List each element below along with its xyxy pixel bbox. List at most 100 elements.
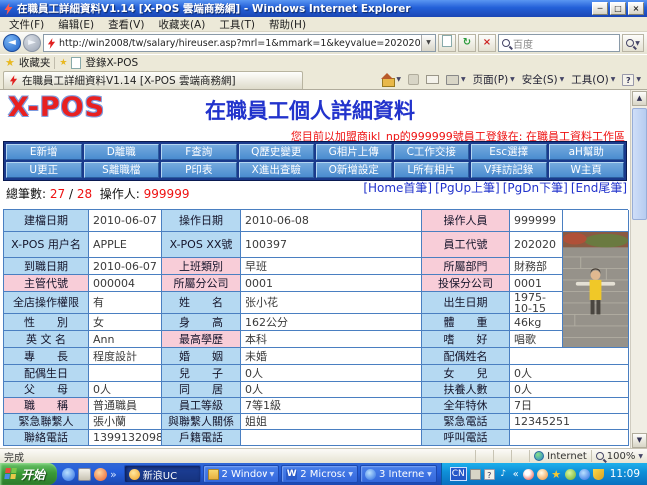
toolbar-button-3[interactable]: Q歷史變更	[239, 144, 315, 160]
browser-window: 在職員工詳細資料V1.14 [X-POS 雲端商務網] - Windows In…	[0, 0, 647, 485]
language-indicator[interactable]: CN	[450, 467, 467, 481]
search-button[interactable]: ▼	[622, 34, 644, 52]
help-icon[interactable]: ?	[484, 469, 495, 480]
form-value: APPLE	[89, 232, 162, 258]
task-button-3[interactable]: 3 Internet Expl...▼	[360, 465, 437, 483]
safety-menu[interactable]: 安全(S)▼	[522, 72, 564, 87]
toolbar-button-5[interactable]: C工作交接	[394, 144, 470, 160]
employee-form-table: 建檔日期2010-06-07操作日期2010-06-08操作人員999999X-…	[3, 209, 628, 446]
url-text[interactable]: http://win2008/tw/salary/hireuser.asp?mr…	[59, 38, 421, 49]
menu-item-0[interactable]: 文件(F)	[2, 17, 51, 32]
form-value: 早班	[241, 258, 422, 275]
form-label: 兒 子	[162, 365, 241, 382]
menu-item-4[interactable]: 工具(T)	[212, 17, 262, 32]
toolbar-button-0[interactable]: E新增	[6, 144, 82, 160]
search-input[interactable]: 百度	[498, 34, 620, 52]
task-button-0[interactable]: 新浪UC	[124, 465, 201, 483]
toolbar-button-12[interactable]: O新增設定	[316, 162, 392, 178]
counter-label: 總筆數:	[6, 187, 46, 201]
more-icons-button[interactable]: »	[110, 468, 117, 481]
employee-photo	[563, 232, 629, 348]
toolbar-button-15[interactable]: W主頁	[549, 162, 625, 178]
record-nav-link-3[interactable]: [End尾筆]	[571, 181, 627, 195]
status-bar: 完成 Internet 100% ▼	[0, 448, 647, 463]
zone-label: Internet	[547, 451, 587, 462]
printer-icon[interactable]	[470, 469, 481, 480]
maximize-button[interactable]: □	[610, 2, 626, 15]
qq-icon[interactable]	[523, 469, 534, 480]
vertical-scrollbar[interactable]: ▲ ▼	[630, 90, 647, 449]
address-dropdown[interactable]: ▼	[421, 35, 435, 51]
quick-show-desktop-icon[interactable]	[78, 468, 91, 481]
form-value: 张小花	[241, 292, 422, 314]
menu-item-5[interactable]: 帮助(H)	[262, 17, 313, 32]
minimize-button[interactable]: ─	[592, 2, 608, 15]
total-records: 28	[77, 187, 92, 201]
scroll-down-button[interactable]: ▼	[632, 433, 647, 448]
form-value: 12345251	[510, 414, 629, 430]
page-menu[interactable]: 页面(P)▼	[473, 72, 515, 87]
active-tab[interactable]: 在職員工詳細資料V1.14 [X-POS 雲端商務網]	[3, 71, 303, 89]
quick-ie-icon[interactable]	[62, 468, 75, 481]
rss-feed-icon[interactable]	[408, 74, 419, 85]
back-button[interactable]: ◄	[3, 34, 21, 52]
star-icon[interactable]: ★	[551, 469, 562, 480]
toolbar-button-6[interactable]: Esc選擇	[471, 144, 547, 160]
menu-item-3[interactable]: 收藏夹(A)	[151, 17, 212, 32]
task-label: 3 Internet Expl...	[379, 469, 424, 480]
toolbar-button-2[interactable]: F查詢	[161, 144, 237, 160]
toolbar-button-9[interactable]: S離職檔	[84, 162, 160, 178]
form-value: 999999	[510, 210, 563, 232]
toolbar-button-8[interactable]: U更正	[6, 162, 82, 178]
help-menu[interactable]: ?▼	[622, 74, 641, 86]
scrollbar-thumb[interactable]	[632, 108, 647, 220]
taskbar-clock[interactable]: 11:09	[610, 468, 640, 480]
home-button[interactable]: ▼	[381, 74, 401, 85]
add-favorite-icon[interactable]: ★	[59, 58, 67, 68]
status-segment	[475, 450, 489, 462]
record-nav-link-0[interactable]: [Home首筆]	[363, 181, 432, 195]
menu-item-1[interactable]: 编辑(E)	[51, 17, 101, 32]
zoom-control[interactable]: 100% ▼	[591, 450, 643, 462]
compatibility-view-button[interactable]	[438, 34, 456, 52]
task-button-1[interactable]: 2 Windows Explorer▼	[203, 465, 280, 483]
qq-orange-icon[interactable]	[537, 469, 548, 480]
refresh-button[interactable]: ↻	[458, 34, 476, 52]
task-button-2[interactable]: W2 Microsoft Off...▼	[281, 465, 358, 483]
favorite-link[interactable]: 登錄X-POS	[85, 55, 138, 70]
word-icon: W	[286, 469, 297, 480]
chevron-down-icon: ▼	[427, 471, 432, 478]
toolbar-button-4[interactable]: G相片上傳	[316, 144, 392, 160]
shield-icon[interactable]	[593, 469, 604, 480]
close-button[interactable]: ×	[628, 2, 644, 15]
stop-button[interactable]: ×	[478, 34, 496, 52]
internet-zone-icon	[534, 451, 544, 461]
toolbar-button-7[interactable]: aH幫助	[549, 144, 625, 160]
record-nav-link-1[interactable]: [PgUp上筆]	[435, 181, 500, 195]
toolbar-button-13[interactable]: L所有相片	[394, 162, 470, 178]
toolbar-button-11[interactable]: X進出查驗	[239, 162, 315, 178]
form-label: 全店操作權限	[4, 292, 89, 314]
downloader-icon[interactable]	[565, 469, 576, 480]
volume-icon[interactable]: ♪	[498, 469, 509, 480]
page-title: 在職員工個人詳細資料	[205, 95, 415, 125]
toolbar-button-14[interactable]: V拜訪記錄	[471, 162, 547, 178]
toolbar-button-10[interactable]: P印表	[161, 162, 237, 178]
form-label: 主管代號	[4, 275, 89, 292]
forward-button[interactable]: ►	[23, 34, 41, 52]
form-value: 程度設計	[89, 348, 162, 365]
quick-media-icon[interactable]	[94, 468, 107, 481]
chevron-down-icon: ▼	[461, 76, 466, 83]
record-nav-link-2[interactable]: [PgDn下筆]	[503, 181, 568, 195]
print-button[interactable]: ▼	[446, 75, 466, 85]
collapse-icon[interactable]: «	[512, 469, 520, 480]
favorites-button[interactable]: 收藏夹	[19, 55, 51, 70]
toolbar-button-1[interactable]: D離職	[84, 144, 160, 160]
tools-menu[interactable]: 工具(O)▼	[571, 72, 615, 87]
start-button[interactable]: 开始	[0, 463, 57, 485]
tray-ie-icon[interactable]	[579, 469, 590, 480]
address-bar[interactable]: http://win2008/tw/salary/hireuser.asp?mr…	[43, 34, 436, 52]
menu-item-2[interactable]: 查看(V)	[101, 17, 151, 32]
read-mail-icon[interactable]	[426, 75, 439, 84]
scroll-up-button[interactable]: ▲	[632, 91, 647, 106]
